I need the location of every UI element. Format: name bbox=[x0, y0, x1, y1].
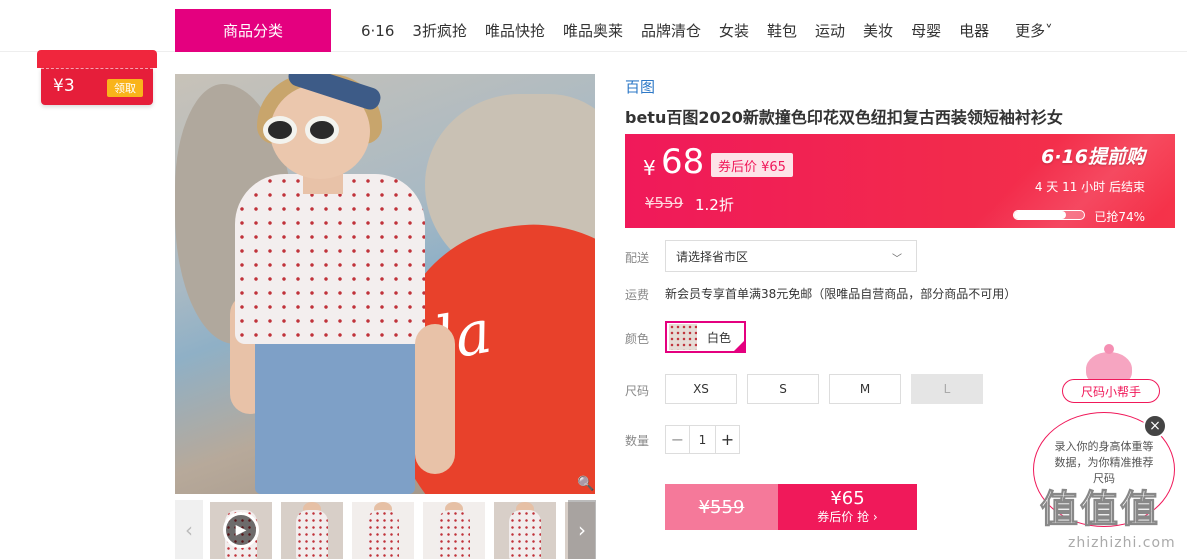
size-option-m[interactable]: M bbox=[829, 374, 901, 404]
image-model-sunglasses bbox=[263, 116, 345, 144]
thumbnail[interactable] bbox=[494, 502, 556, 559]
play-icon[interactable]: ▶ bbox=[223, 512, 259, 548]
watermark-logo: 值值值 bbox=[1039, 487, 1161, 532]
image-model-shorts bbox=[255, 336, 415, 494]
region-select-value: 请选择省市区 bbox=[676, 249, 749, 264]
countdown-timer: 4 天 11 小时 后结束 bbox=[1034, 180, 1145, 194]
nav-item-flash-30[interactable]: 3折疯抢 bbox=[403, 20, 476, 41]
nav-item-beauty[interactable]: 美妆 bbox=[854, 20, 902, 41]
quantity-label: 数量 bbox=[625, 434, 650, 448]
thumb-prev-arrow-icon[interactable]: ‹ bbox=[175, 500, 203, 559]
region-select[interactable]: 请选择省市区 ﹀ bbox=[665, 240, 917, 272]
price-panel: ¥ 68 券后价 ¥65 ¥559 1.2折 6·16提前购 4 天 11 小时… bbox=[625, 134, 1175, 228]
quantity-stepper: − 1 + bbox=[665, 425, 740, 454]
promo-title: 6·16提前购 bbox=[1041, 146, 1145, 168]
shipping-label: 运费 bbox=[625, 288, 650, 302]
sold-percent: 已抢74% bbox=[1094, 210, 1145, 224]
sold-progress-fill bbox=[1014, 211, 1066, 219]
image-model-arm bbox=[415, 324, 455, 474]
after-coupon-price: 券后价 ¥65 bbox=[711, 153, 793, 177]
thumbnail-video[interactable]: ▶ bbox=[210, 502, 272, 559]
thumbnail-shirt bbox=[296, 510, 328, 559]
watermark-url: zhizhizhi.com bbox=[1068, 535, 1176, 551]
top-nav: 商品分类 6·16 3折疯抢 唯品快抢 唯品奥莱 品牌清仓 女装 鞋包 运动 美… bbox=[0, 0, 1187, 52]
sunglass-lens bbox=[263, 116, 297, 144]
size-label: 尺码 bbox=[625, 384, 650, 398]
category-button[interactable]: 商品分类 bbox=[175, 9, 331, 52]
coupon-claim-button[interactable]: 领取 bbox=[107, 79, 143, 97]
sale-price: 68 bbox=[661, 142, 705, 182]
nav-item-616[interactable]: 6·16 bbox=[352, 22, 403, 40]
discount-rate: 1.2折 bbox=[695, 196, 734, 214]
close-icon[interactable]: × bbox=[1143, 414, 1167, 438]
color-swatch-image bbox=[669, 324, 697, 350]
image-model-shirt bbox=[235, 174, 425, 344]
quantity-plus-button[interactable]: + bbox=[716, 426, 739, 453]
size-option-s[interactable]: S bbox=[747, 374, 819, 404]
coupon-widget[interactable]: ¥3 领取 bbox=[37, 50, 157, 106]
thumbnail-shirt bbox=[438, 510, 470, 559]
quantity-minus-button[interactable]: − bbox=[666, 426, 689, 453]
coupon-amount: ¥3 bbox=[53, 76, 75, 96]
thumbnail-shirt bbox=[367, 510, 399, 559]
size-option-l: L bbox=[911, 374, 983, 404]
delivery-label: 配送 bbox=[625, 251, 650, 265]
size-option-xs[interactable]: XS bbox=[665, 374, 737, 404]
color-label: 颜色 bbox=[625, 332, 650, 346]
nav-more-dropdown[interactable]: 更多˅ bbox=[1006, 20, 1062, 41]
thumb-next-arrow-icon[interactable]: › bbox=[568, 500, 596, 559]
thumbnail[interactable] bbox=[423, 502, 485, 559]
brand-link[interactable]: 百图 bbox=[625, 76, 655, 97]
nav-item-baby[interactable]: 母婴 bbox=[902, 20, 950, 41]
nav-item-women[interactable]: 女装 bbox=[710, 20, 758, 41]
product-main-image[interactable]: ola bbox=[175, 74, 595, 494]
quantity-input[interactable]: 1 bbox=[689, 426, 716, 453]
coupon-card: ¥3 领取 bbox=[41, 68, 153, 105]
price-currency: ¥ bbox=[643, 156, 656, 180]
buy-bar: ¥559 ¥65 券后价 抢 › bbox=[665, 484, 917, 530]
coupon-divider bbox=[41, 68, 153, 69]
nav-menu: 6·16 3折疯抢 唯品快抢 唯品奥莱 品牌清仓 女装 鞋包 运动 美妆 母婴 … bbox=[352, 9, 1062, 52]
original-price: ¥559 bbox=[645, 194, 684, 212]
shipping-info: 新会员专享首单满38元免邮（限唯品自营商品，部分商品不可用） bbox=[665, 287, 1017, 301]
chevron-down-icon: ﹀ bbox=[892, 254, 902, 265]
thumbnail[interactable] bbox=[281, 502, 343, 559]
nav-item-outlet[interactable]: 唯品奥莱 bbox=[554, 20, 632, 41]
thumbnail-shirt bbox=[509, 510, 541, 559]
nav-item-electronics[interactable]: 电器 bbox=[950, 20, 998, 41]
thumbnail[interactable] bbox=[352, 502, 414, 559]
color-option-label: 白色 bbox=[707, 330, 732, 345]
buy-now-label: 券后价 抢 › bbox=[817, 510, 878, 524]
buy-original-price: ¥559 bbox=[665, 484, 778, 530]
color-option-white[interactable]: 白色 bbox=[665, 321, 746, 353]
buy-now-button[interactable]: ¥65 券后价 抢 › bbox=[778, 484, 917, 530]
nav-item-quick-grab[interactable]: 唯品快抢 bbox=[476, 20, 554, 41]
coupon-ribbon bbox=[37, 50, 157, 68]
sunglass-lens bbox=[305, 116, 339, 144]
nav-item-sports[interactable]: 运动 bbox=[806, 20, 854, 41]
nav-item-brand-clearance[interactable]: 品牌清仓 bbox=[632, 20, 710, 41]
product-title: betu百图2020新款撞色印花双色纽扣复古西装领短袖衬衫女 bbox=[625, 108, 1063, 127]
size-helper-button[interactable]: 尺码小帮手 bbox=[1062, 379, 1160, 403]
zoom-icon[interactable]: 🔍 bbox=[577, 476, 594, 492]
thumbnail-strip: ‹ ▶ › bbox=[175, 500, 596, 559]
buy-now-price: ¥65 bbox=[830, 488, 865, 509]
nav-item-shoes-bags[interactable]: 鞋包 bbox=[758, 20, 806, 41]
sold-progress-bar bbox=[1013, 210, 1085, 220]
selected-check-icon bbox=[732, 339, 746, 353]
